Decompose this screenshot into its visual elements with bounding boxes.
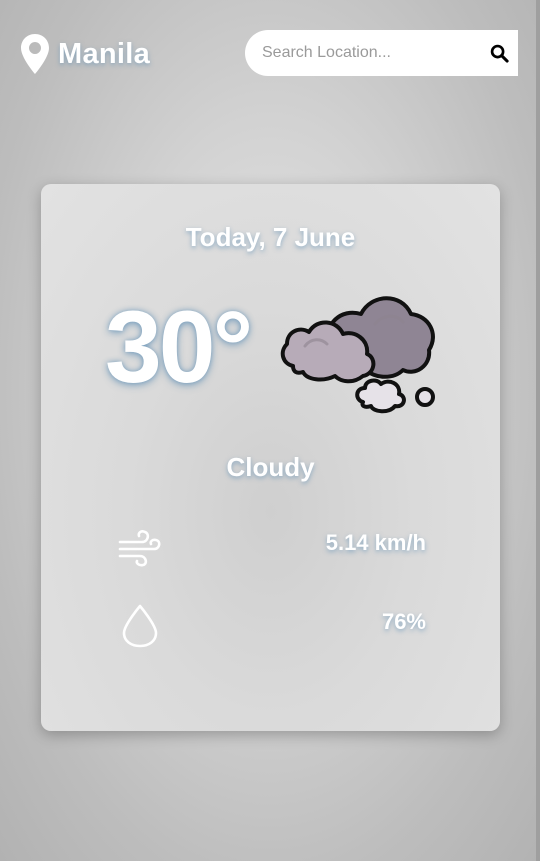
humidity-value: 76%	[381, 609, 426, 634]
weather-condition: Cloudy	[226, 452, 315, 482]
cloudy-icon	[280, 296, 435, 414]
wind-icon	[118, 530, 161, 567]
search-button[interactable]	[488, 42, 510, 64]
wind-speed: 5.14 km/h	[325, 530, 426, 555]
humidity-row: 76%	[116, 599, 426, 649]
date-label: Today, 7 June	[185, 222, 356, 252]
search-bar	[245, 30, 518, 76]
search-input[interactable]	[260, 43, 474, 63]
city-name: Manila	[58, 37, 151, 70]
search-icon	[490, 44, 509, 63]
wind-row: 5.14 km/h	[116, 520, 426, 570]
weather-card: Today, 7 June 30° Cloudy 5.14 km/h 76%	[41, 184, 500, 731]
water-drop-icon	[122, 604, 158, 648]
location-display: Manila	[20, 33, 150, 75]
header: Manila	[0, 0, 540, 110]
temperature: 30°	[105, 290, 253, 404]
map-pin-icon	[21, 34, 49, 74]
page-scrollbar[interactable]	[536, 0, 540, 861]
